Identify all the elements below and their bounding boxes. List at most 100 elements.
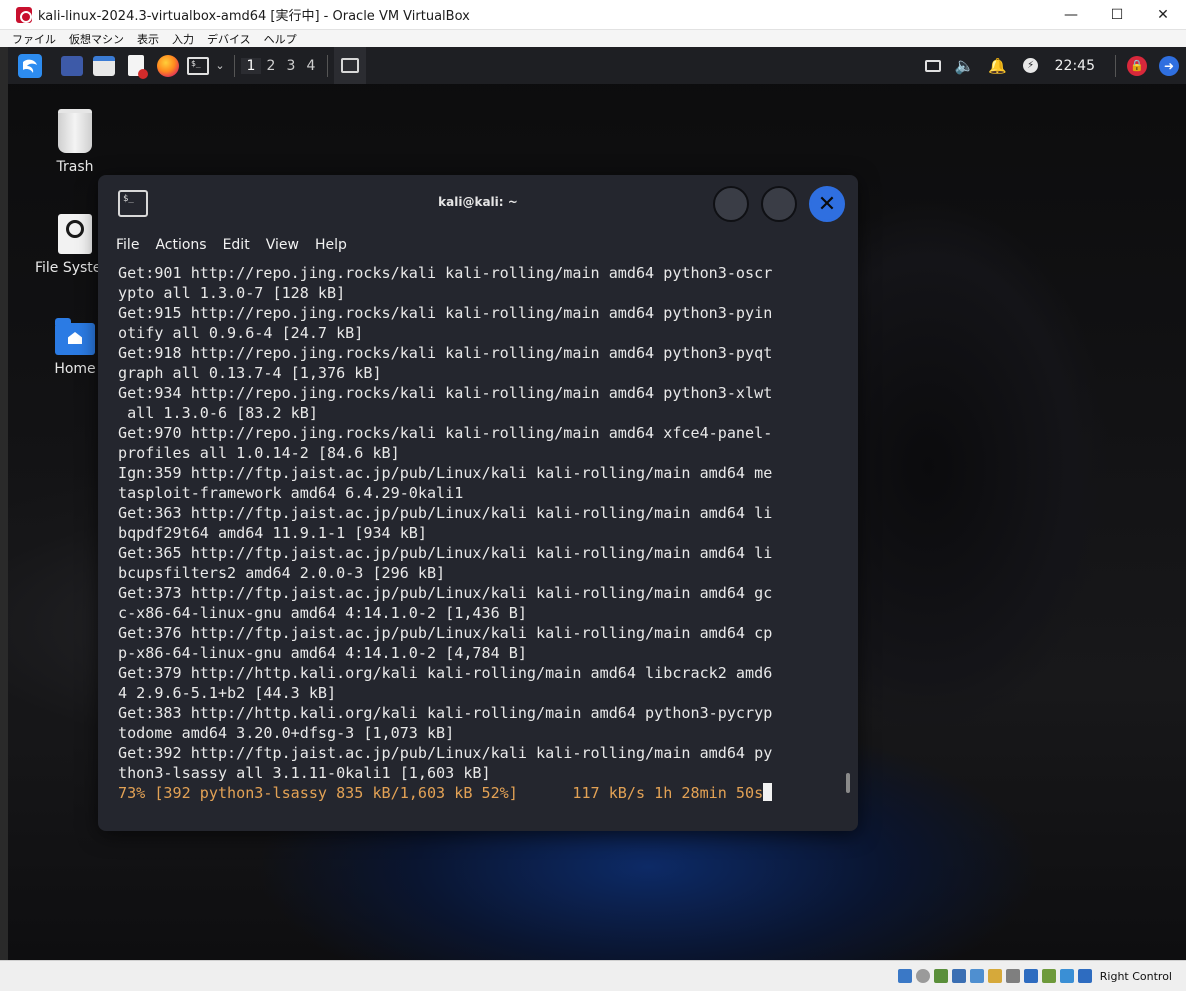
terminal-line: Get:901 http://repo.jing.rocks/kali kali… [118,264,773,282]
terminal-menu-help[interactable]: Help [315,237,347,253]
workspace-1[interactable]: 1 [241,57,261,74]
terminal-dropdown-chevron-icon[interactable]: ⌄ [212,47,228,84]
terminal-line: Get:376 http://ftp.jaist.ac.jp/pub/Linux… [118,624,773,642]
show-desktop-button[interactable] [56,47,88,84]
power-manager-button[interactable]: ⚡ [1015,47,1047,84]
close-button[interactable]: ✕ [809,186,845,222]
desktop-icon-label: Trash [56,159,94,175]
file-manager-icon [93,55,115,76]
text-editor-icon [128,55,148,79]
host-titlebar: kali-linux-2024.3-virtualbox-amd64 [実行中]… [0,0,1186,30]
taskbar-terminal-window[interactable] [334,47,366,84]
host-menu-devices[interactable]: デバイス [207,31,251,47]
terminal-line: Get:392 http://ftp.jaist.ac.jp/pub/Linux… [118,744,773,762]
terminal-launcher-button[interactable]: $_ [184,47,212,84]
host-menubar: ファイル 仮想マシン 表示 入力 デバイス ヘルプ [0,30,1186,47]
terminal-menu-actions[interactable]: Actions [155,237,206,253]
terminal-line: bcupsfilters2 amd64 2.0.0-3 [296 kB] [118,564,446,582]
desktop-icon-trash[interactable]: Trash [35,109,115,175]
recording-icon[interactable] [1023,969,1038,983]
host-menu-file[interactable]: ファイル [12,31,56,47]
mouse-integration-icon[interactable] [1059,969,1074,983]
display-icon[interactable] [1005,969,1020,983]
terminal-icon: $_ [187,56,209,75]
network-icon [924,59,941,72]
host-statusbar: Right Control [0,960,1186,991]
minimize-button[interactable] [713,186,749,222]
host-window-title: kali-linux-2024.3-virtualbox-amd64 [実行中]… [38,9,470,24]
logout-icon: ➜ [1159,55,1179,76]
usb-icon[interactable] [969,969,984,983]
virtualbox-icon [16,6,32,23]
close-icon: ✕ [817,191,837,217]
folder-home-icon [55,318,95,355]
host-left-strip [0,47,8,960]
guest-desktop: $_ ⌄ 1 2 3 4 🔈 🔔 ⚡ 22:45 🔒 ➜ Trash File … [8,47,1186,960]
shared-folders-icon[interactable] [987,969,1002,983]
workspace-4[interactable]: 4 [301,58,321,74]
terminal-line: Get:365 http://ftp.jaist.ac.jp/pub/Linux… [118,544,773,562]
terminal-line: Ign:359 http://ftp.jaist.ac.jp/pub/Linux… [118,464,773,482]
optical-drive-icon[interactable] [915,969,930,983]
hard-disk-icon[interactable] [897,969,912,983]
lock-screen-button[interactable]: 🔒 [1122,47,1152,84]
maximize-button[interactable] [761,186,797,222]
terminal-line: Get:918 http://repo.jing.rocks/kali kali… [118,344,773,362]
terminal-menubar: File Actions Edit View Help [98,231,858,259]
terminal-line: Get:373 http://ftp.jaist.ac.jp/pub/Linux… [118,584,773,602]
terminal-line: 4 2.9.6-5.1+b2 [44.3 kB] [118,684,337,702]
notification-bell-icon[interactable]: 🔔 [981,47,1015,84]
network-button[interactable] [917,47,949,84]
logout-button[interactable]: ➜ [1152,47,1186,84]
trash-icon [58,109,92,153]
terminal-menu-file[interactable]: File [116,237,139,253]
text-editor-button[interactable] [120,47,152,84]
workspace-3[interactable]: 3 [281,58,301,74]
terminal-titlebar[interactable]: $_ kali@kali: ~ ✕ [98,175,858,231]
firefox-button[interactable] [152,47,184,84]
minimize-icon[interactable]: — [1048,0,1094,30]
panel-clock[interactable]: 22:45 [1055,58,1095,74]
kali-dragon-icon [18,53,42,78]
terminal-line: c-x86-64-linux-gnu amd64 4:14.1.0-2 [1,4… [118,604,527,622]
keyboard-capture-icon[interactable] [1077,969,1092,983]
network-adapter-icon[interactable] [951,969,966,983]
file-manager-button[interactable] [88,47,120,84]
lock-icon: 🔒 [1127,55,1147,76]
terminal-line: graph all 0.13.7-4 [1,376 kB] [118,364,382,382]
terminal-menu-view[interactable]: View [266,237,299,253]
close-icon[interactable]: ✕ [1140,0,1186,30]
power-bolt-icon: ⚡ [1023,58,1039,73]
host-key-label: Right Control [1099,969,1172,983]
host-menu-input[interactable]: 入力 [172,31,194,47]
cpu-icon[interactable] [1041,969,1056,983]
kali-menu-button[interactable] [12,47,48,84]
workspace-2[interactable]: 2 [261,58,281,74]
terminal-line: all 1.3.0-6 [83.2 kB] [118,404,318,422]
terminal-line: Get:383 http://http.kali.org/kali kali-r… [118,704,773,722]
host-menu-help[interactable]: ヘルプ [264,31,297,47]
drive-icon [58,214,92,254]
terminal-line: bqpdf29t64 amd64 11.9.1-1 [934 kB] [118,524,427,542]
terminal-line: profiles all 1.0.14-2 [84.6 kB] [118,444,400,462]
host-window-controls: — ☐ ✕ [1048,0,1186,30]
terminal-menu-edit[interactable]: Edit [223,237,250,253]
terminal-line: p-x86-64-linux-gnu amd64 4:14.1.0-2 [4,7… [118,644,527,662]
maximize-icon[interactable]: ☐ [1094,0,1140,30]
terminal-line: Get:379 http://http.kali.org/kali kali-r… [118,664,773,682]
terminal-scrollbar[interactable] [846,773,850,793]
audio-icon[interactable] [933,969,948,983]
panel-separator [1115,54,1116,77]
terminal-line: tasploit-framework amd64 6.4.29-0kali1 [118,484,464,502]
terminal-window[interactable]: $_ kali@kali: ~ ✕ File Actions Edit View… [98,175,858,831]
terminal-output[interactable]: Get:901 http://repo.jing.rocks/kali kali… [118,263,840,823]
apt-progress-text: 73% [392 python3-lsassy 835 kB/1,603 kB … [118,784,764,802]
terminal-line: ypto all 1.3.0-7 [128 kB] [118,284,346,302]
terminal-line: Get:363 http://ftp.jaist.ac.jp/pub/Linux… [118,504,773,522]
firefox-icon [157,54,179,77]
host-menu-machine[interactable]: 仮想マシン [69,31,124,47]
host-menu-view[interactable]: 表示 [137,31,159,47]
apt-progress-line: 73% [392 python3-lsassy 835 kB/1,603 kB … [118,783,840,803]
volume-icon[interactable]: 🔈 [949,47,981,84]
desktop-icon [61,55,83,76]
